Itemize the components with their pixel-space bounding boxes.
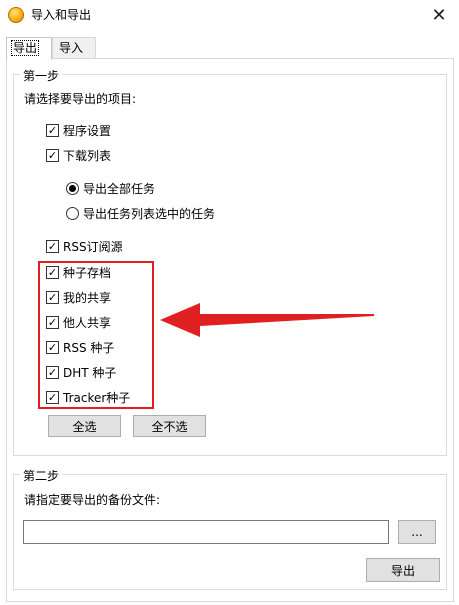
rss-subscriptions-label: RSS订阅源	[63, 239, 123, 254]
select-none-button[interactable]: 全不选	[133, 415, 206, 437]
window-title: 导入和导出	[31, 8, 92, 22]
step2-instruction: 请指定要导出的备份文件:	[24, 493, 161, 507]
step1-instruction: 请选择要导出的项目:	[24, 92, 137, 106]
program-settings-checkbox[interactable]: ✓ 程序设置	[46, 122, 111, 138]
select-all-button[interactable]: 全选	[48, 415, 121, 437]
red-arrow-icon	[160, 303, 374, 337]
tab-export-label: 导出	[11, 40, 40, 56]
checkbox-box: ✓	[46, 123, 59, 137]
tab-import[interactable]: 导入	[52, 37, 96, 59]
highlight-box	[38, 261, 154, 409]
export-selected-tasks-label: 导出任务列表选中的任务	[83, 206, 216, 221]
checkbox-box: ✓	[46, 239, 59, 253]
tab-export[interactable]: 导出	[6, 37, 52, 60]
rss-subscriptions-checkbox[interactable]: ✓ RSS订阅源	[46, 238, 123, 254]
tab-import-label: 导入	[59, 41, 84, 55]
step1-legend: 第一步	[20, 67, 63, 84]
browse-button[interactable]: ...	[398, 520, 436, 544]
title-bar: 导入和导出 ✕	[0, 0, 459, 30]
radio-circle	[66, 181, 79, 195]
download-list-label: 下载列表	[63, 148, 112, 163]
export-all-tasks-label: 导出全部任务	[83, 181, 156, 196]
close-button[interactable]: ✕	[419, 0, 459, 30]
step2-legend: 第二步	[20, 467, 63, 484]
export-all-tasks-radio[interactable]: 导出全部任务	[66, 180, 155, 196]
download-list-checkbox[interactable]: ✓ 下载列表	[46, 147, 111, 163]
export-selected-tasks-radio[interactable]: 导出任务列表选中的任务	[66, 205, 215, 221]
backup-file-path-input[interactable]	[23, 520, 389, 544]
checkbox-box: ✓	[46, 148, 59, 162]
program-settings-label: 程序设置	[63, 123, 112, 138]
app-logo-icon	[8, 7, 24, 23]
import-export-dialog: 导入和导出 ✕ 导出 导入 第一步 请选择要导出的项目: ✓ 程序设置 ✓ 下载…	[0, 0, 459, 605]
radio-circle	[66, 206, 79, 220]
radio-dot	[69, 184, 76, 192]
export-button[interactable]: 导出	[366, 558, 440, 582]
